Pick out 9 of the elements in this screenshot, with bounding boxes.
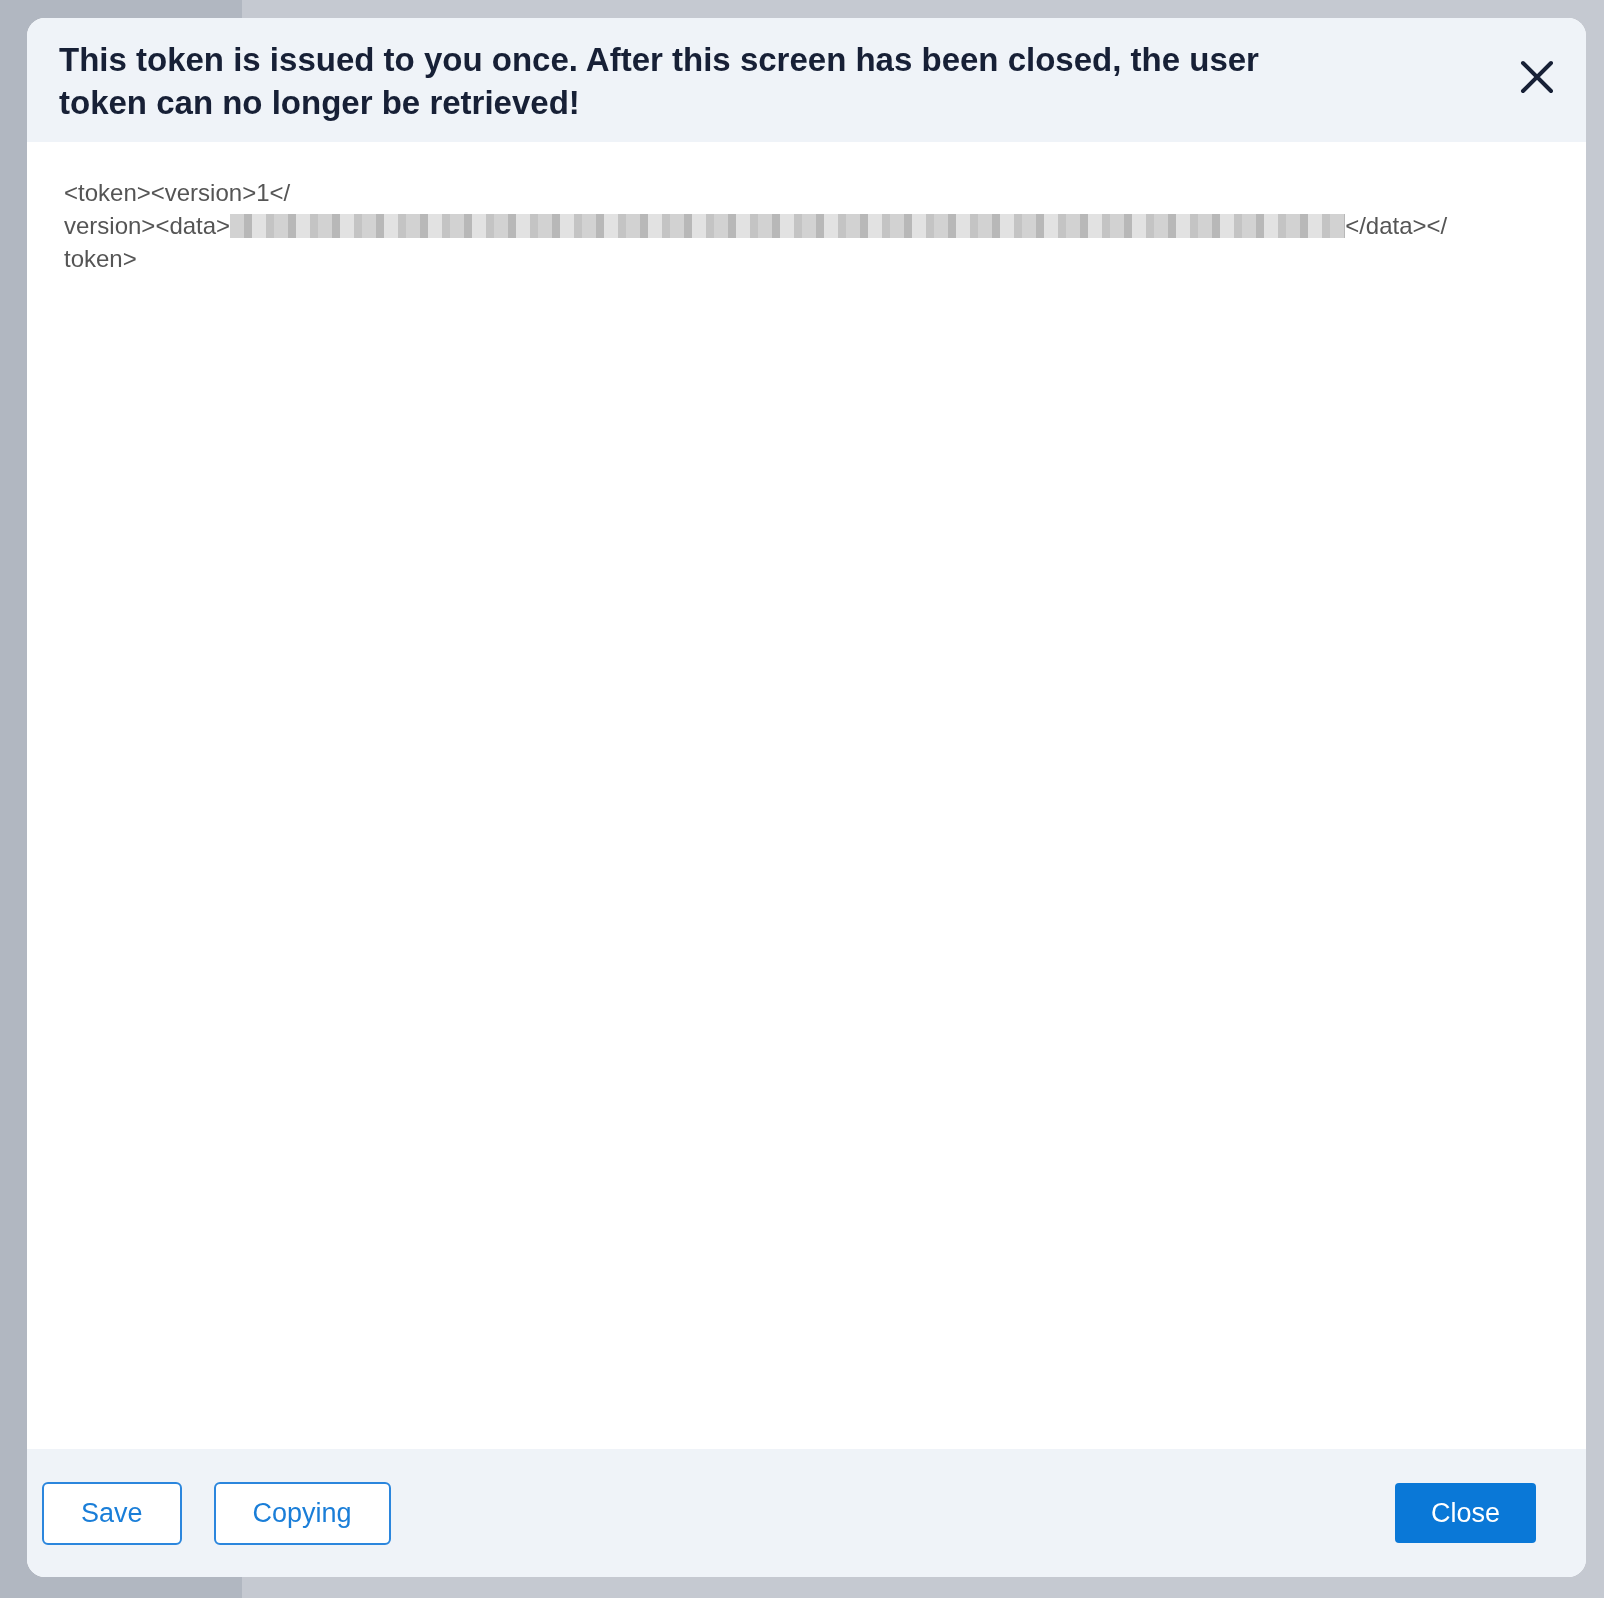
token-text: version><data> xyxy=(64,211,231,241)
token-text: <token><version>1</ xyxy=(64,178,291,208)
primary-button[interactable]: Close xyxy=(1394,1483,1536,1543)
token-text: token> xyxy=(64,244,137,274)
token-text: </data></ xyxy=(1345,211,1448,241)
outline-button[interactable]: Copying xyxy=(213,1481,391,1545)
dialog-title: This token is issued to you once. After this screen has been closed, the user token can no longer be retrieved! xyxy=(59,40,1260,123)
close-icon[interactable] xyxy=(1520,60,1554,94)
outline-button[interactable]: Save xyxy=(42,1481,182,1545)
